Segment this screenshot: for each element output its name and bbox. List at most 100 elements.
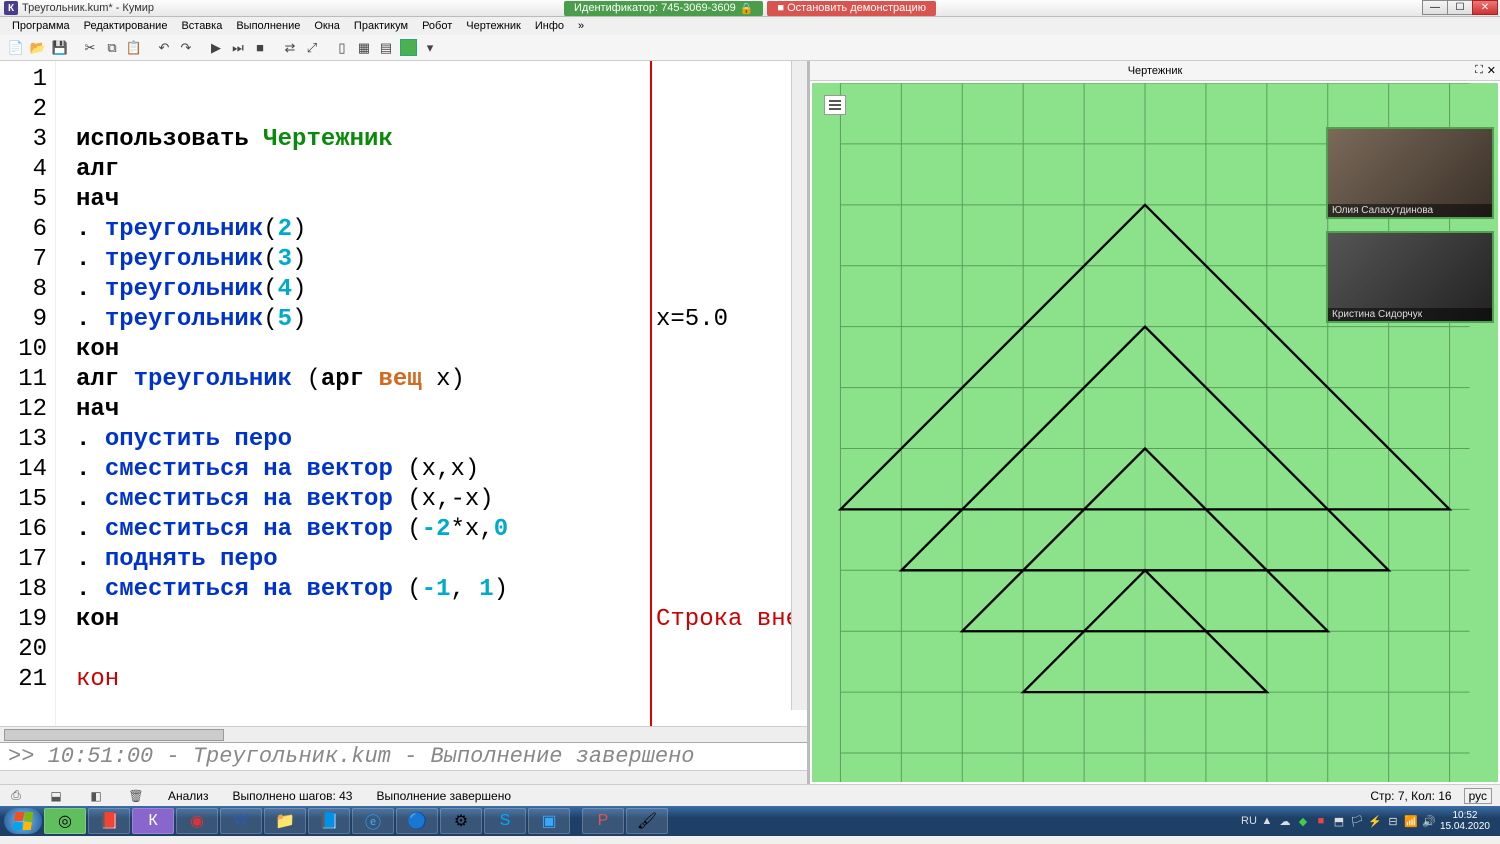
task-app-5[interactable]: ⚙	[440, 808, 482, 834]
tray-icon-8[interactable]: ⊟	[1386, 814, 1400, 828]
stop-icon[interactable]: ■	[250, 38, 270, 58]
code-line-10[interactable]: нач	[76, 395, 807, 425]
video-participant-2[interactable]: Кристина Сидорчук	[1326, 231, 1494, 323]
status-icon-2[interactable]: ⬓	[48, 788, 64, 804]
step-icon[interactable]: ⏭	[228, 38, 248, 58]
code-line-3[interactable]: нач	[76, 185, 807, 215]
code-line-9[interactable]: алг треугольник (арг вещ х)	[76, 365, 807, 395]
view2-icon[interactable]: ▦	[354, 38, 374, 58]
tray-icon-4[interactable]: ■	[1314, 814, 1328, 828]
code-line-18[interactable]	[76, 635, 807, 665]
code-line-20[interactable]	[76, 695, 807, 725]
menu-Редактирование[interactable]: Редактирование	[78, 19, 174, 33]
canvas-menu-icon[interactable]	[824, 95, 846, 115]
redo-icon[interactable]: ↷	[176, 38, 196, 58]
menu-Чертежник[interactable]: Чертежник	[460, 19, 527, 33]
tray-volume-icon[interactable]: 🔊	[1422, 814, 1436, 828]
paste-icon[interactable]: 📋	[124, 38, 144, 58]
tray-clock[interactable]: 10:52 15.04.2020	[1440, 810, 1490, 832]
task-app-2[interactable]: 📕	[88, 808, 130, 834]
menu-Робот[interactable]: Робот	[416, 19, 458, 33]
code-line-6[interactable]: . треугольник(4)	[76, 275, 807, 305]
console-scrollbar[interactable]	[0, 770, 807, 784]
open-file-icon[interactable]: 📂	[28, 38, 48, 58]
tray-icon-7[interactable]: ⚡	[1368, 814, 1382, 828]
code-line-14[interactable]: . сместиться на вектор (-2*х,0	[76, 515, 807, 545]
windows-taskbar: ◎ 📕 К ◉ W 📁 📘 ⓔ 🔵 ⚙ S ▣ P 🖌 RU ▲ ☁ ◆ ■ ⬒…	[0, 806, 1500, 836]
menu-Вставка[interactable]: Вставка	[175, 19, 228, 33]
save-file-icon[interactable]: 💾	[50, 38, 70, 58]
code-line-2[interactable]: алг	[76, 155, 807, 185]
menu-Программа[interactable]: Программа	[6, 19, 76, 33]
menu-Окна[interactable]: Окна	[308, 19, 346, 33]
new-file-icon[interactable]: 📄	[6, 38, 26, 58]
task-kumir[interactable]: К	[132, 808, 174, 834]
run-icon[interactable]: ▶	[206, 38, 226, 58]
code-line-13[interactable]: . сместиться на вектор (х,-х)	[76, 485, 807, 515]
task-explorer[interactable]: 📁	[264, 808, 306, 834]
tray-icon-5[interactable]: ⬒	[1332, 814, 1346, 828]
undo-icon[interactable]: ↶	[154, 38, 174, 58]
menu-Инфо[interactable]: Инфо	[529, 19, 570, 33]
status-analysis: Анализ	[168, 789, 209, 803]
task-app-1[interactable]: ◎	[44, 808, 86, 834]
task-camera[interactable]: ▣	[528, 808, 570, 834]
status-icon-4[interactable]: 🗑	[128, 788, 144, 804]
status-lang: рус	[1464, 788, 1492, 804]
menu-Выполнение[interactable]: Выполнение	[230, 19, 306, 33]
drawer-titlebar: Чертежник ⛶ ✕	[810, 61, 1500, 81]
menu-»[interactable]: »	[572, 19, 590, 33]
view1-icon[interactable]: ▯	[332, 38, 352, 58]
menu-Практикум[interactable]: Практикум	[348, 19, 414, 33]
start-button[interactable]	[4, 808, 42, 834]
tray-icon-1[interactable]: ▲	[1260, 814, 1274, 828]
code-line-19[interactable]: кон	[76, 665, 807, 695]
horizontal-scrollbar[interactable]	[0, 726, 807, 742]
code-line-4[interactable]: . треугольник(2)	[76, 215, 807, 245]
task-ie[interactable]: ⓔ	[352, 808, 394, 834]
maximize-button[interactable]: ☐	[1447, 0, 1473, 15]
code-line-11[interactable]: . опустить перо	[76, 425, 807, 455]
vertical-scrollbar[interactable]	[791, 61, 807, 710]
code-line-12[interactable]: . сместиться на вектор (х,х)	[76, 455, 807, 485]
task-chrome[interactable]: 🔵	[396, 808, 438, 834]
drawer-canvas: Юлия Салахутдинова Кристина Сидорчук	[812, 83, 1498, 782]
drawer-maximize-icon[interactable]: ⛶	[1475, 64, 1483, 77]
task-powerpoint[interactable]: P	[582, 808, 624, 834]
layout1-icon[interactable]: ⇄	[280, 38, 300, 58]
main-area: 123456789101112131415161718192021 исполь…	[0, 61, 1500, 784]
code-line-21[interactable]	[76, 725, 807, 726]
cut-icon[interactable]: ✂	[80, 38, 100, 58]
tray-icon-6[interactable]: 🏳	[1350, 814, 1364, 828]
code-line-1[interactable]: использовать Чертежник	[76, 125, 807, 155]
copy-icon[interactable]: ⧉	[102, 38, 122, 58]
code-line-16[interactable]: . сместиться на вектор (-1, 1)	[76, 575, 807, 605]
drawer-close-icon[interactable]: ✕	[1487, 64, 1496, 77]
code-editor[interactable]: использовать Чертежникалгнач. треугольни…	[56, 61, 807, 726]
task-app-3[interactable]: ◉	[176, 808, 218, 834]
code-line-15[interactable]: . поднять перо	[76, 545, 807, 575]
error-message: Строка вне а	[656, 605, 807, 635]
task-app-4[interactable]: 📘	[308, 808, 350, 834]
task-skype[interactable]: S	[484, 808, 526, 834]
dropdown-icon[interactable]: ▾	[420, 38, 440, 58]
stop-demo-button[interactable]: ■ Остановить демонстрацию	[767, 1, 936, 16]
tray-network-icon[interactable]: 📶	[1404, 814, 1418, 828]
code-line-8[interactable]: кон	[76, 335, 807, 365]
video-participant-1[interactable]: Юлия Салахутдинова	[1326, 127, 1494, 219]
task-word[interactable]: W	[220, 808, 262, 834]
view3-icon[interactable]: ▤	[376, 38, 396, 58]
status-icon-1[interactable]: ⎙	[8, 788, 24, 804]
minimize-button[interactable]: —	[1422, 0, 1448, 15]
tray-icon-3[interactable]: ◆	[1296, 814, 1310, 828]
tray-lang[interactable]: RU	[1242, 814, 1256, 828]
tray-icon-2[interactable]: ☁	[1278, 814, 1292, 828]
debug-value: х=5.0	[656, 305, 728, 335]
drawer-pane: Чертежник ⛶ ✕ Юлия Салахутдинова Кристин…	[810, 61, 1500, 784]
close-button[interactable]: ✕	[1472, 0, 1498, 15]
task-paint[interactable]: 🖌	[626, 808, 668, 834]
layout2-icon[interactable]: ⤢	[302, 38, 322, 58]
status-icon-3[interactable]: ◧	[88, 788, 104, 804]
view-green-icon[interactable]	[398, 38, 418, 58]
code-line-5[interactable]: . треугольник(3)	[76, 245, 807, 275]
